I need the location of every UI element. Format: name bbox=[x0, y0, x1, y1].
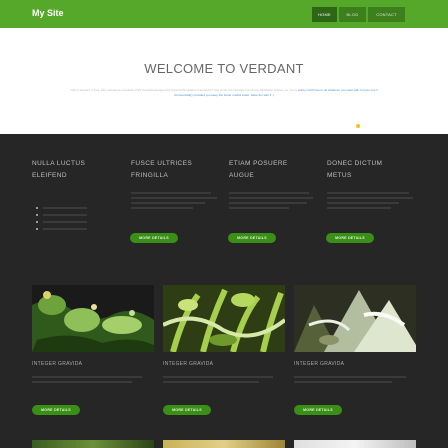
column-title: METUS bbox=[327, 172, 352, 179]
column-title: AUGUE bbox=[229, 172, 255, 179]
card-image-5[interactable] bbox=[163, 440, 285, 448]
card-image-1[interactable] bbox=[32, 285, 154, 352]
column-title: FRINGILLA bbox=[131, 172, 169, 179]
site-header: My Site HOME BLOG CONTACT bbox=[0, 0, 448, 28]
column-title: ELEIFEND bbox=[32, 172, 67, 179]
welcome-text: This is Verdant, a free, fully standards… bbox=[70, 88, 378, 98]
feature-column-2: FUSCE ULTRICES FRINGILLA bbox=[131, 158, 226, 182]
card-title: INTEGER GRAVIDA bbox=[163, 361, 214, 367]
list-item[interactable] bbox=[36, 225, 87, 232]
list-item[interactable] bbox=[36, 204, 87, 211]
column-title: NULLA LUCTUS bbox=[32, 160, 86, 167]
site-logo[interactable]: My Site bbox=[32, 8, 64, 18]
welcome-banner: WELCOME TO VERDANT This is Verdant, a fr… bbox=[0, 28, 448, 134]
nav-home[interactable]: HOME bbox=[312, 7, 337, 22]
bullet-icon bbox=[36, 227, 38, 230]
more-details-button[interactable]: MORE DETAILS bbox=[130, 233, 178, 243]
welcome-title: WELCOME TO VERDANT bbox=[144, 61, 304, 76]
more-details-button[interactable]: MORE DETAILS bbox=[294, 405, 342, 415]
smiley-icon bbox=[356, 124, 360, 128]
card-image-3[interactable] bbox=[294, 285, 416, 352]
feature-column-3: ETIAM POSUERE AUGUE bbox=[229, 158, 324, 182]
list-item[interactable] bbox=[36, 218, 87, 225]
more-details-button[interactable]: MORE DETAILS bbox=[326, 233, 374, 243]
card-title: INTEGER GRAVIDA bbox=[294, 361, 345, 367]
card-image-6[interactable] bbox=[294, 440, 416, 448]
more-details-button[interactable]: MORE DETAILS bbox=[32, 405, 80, 415]
card-image-2[interactable] bbox=[163, 285, 285, 352]
bullet-list bbox=[36, 204, 87, 232]
feature-column-4: DONEC DICTUM METUS bbox=[327, 158, 422, 182]
column-title: DONEC DICTUM bbox=[327, 160, 383, 167]
card-title: INTEGER GRAVIDA bbox=[32, 361, 83, 367]
bullet-icon bbox=[36, 220, 38, 223]
welcome-text-body: This is Verdant, a free, fully standards… bbox=[70, 88, 298, 92]
nav-blog[interactable]: BLOG bbox=[339, 7, 366, 22]
bullet-icon bbox=[36, 206, 38, 209]
more-details-button[interactable]: MORE DETAILS bbox=[228, 233, 276, 243]
column-title: FUSCE ULTRICES bbox=[131, 160, 193, 167]
bullet-icon bbox=[36, 213, 38, 216]
card-image-4[interactable] bbox=[32, 440, 154, 448]
main-nav: HOME BLOG CONTACT bbox=[312, 7, 407, 22]
feature-column-1: NULLA LUCTUS ELEIFEND bbox=[32, 158, 127, 182]
list-item[interactable] bbox=[36, 211, 87, 218]
column-title: ETIAM POSUERE bbox=[229, 160, 288, 167]
nav-contact[interactable]: CONTACT bbox=[368, 7, 405, 22]
more-details-button[interactable]: MORE DETAILS bbox=[163, 405, 211, 415]
